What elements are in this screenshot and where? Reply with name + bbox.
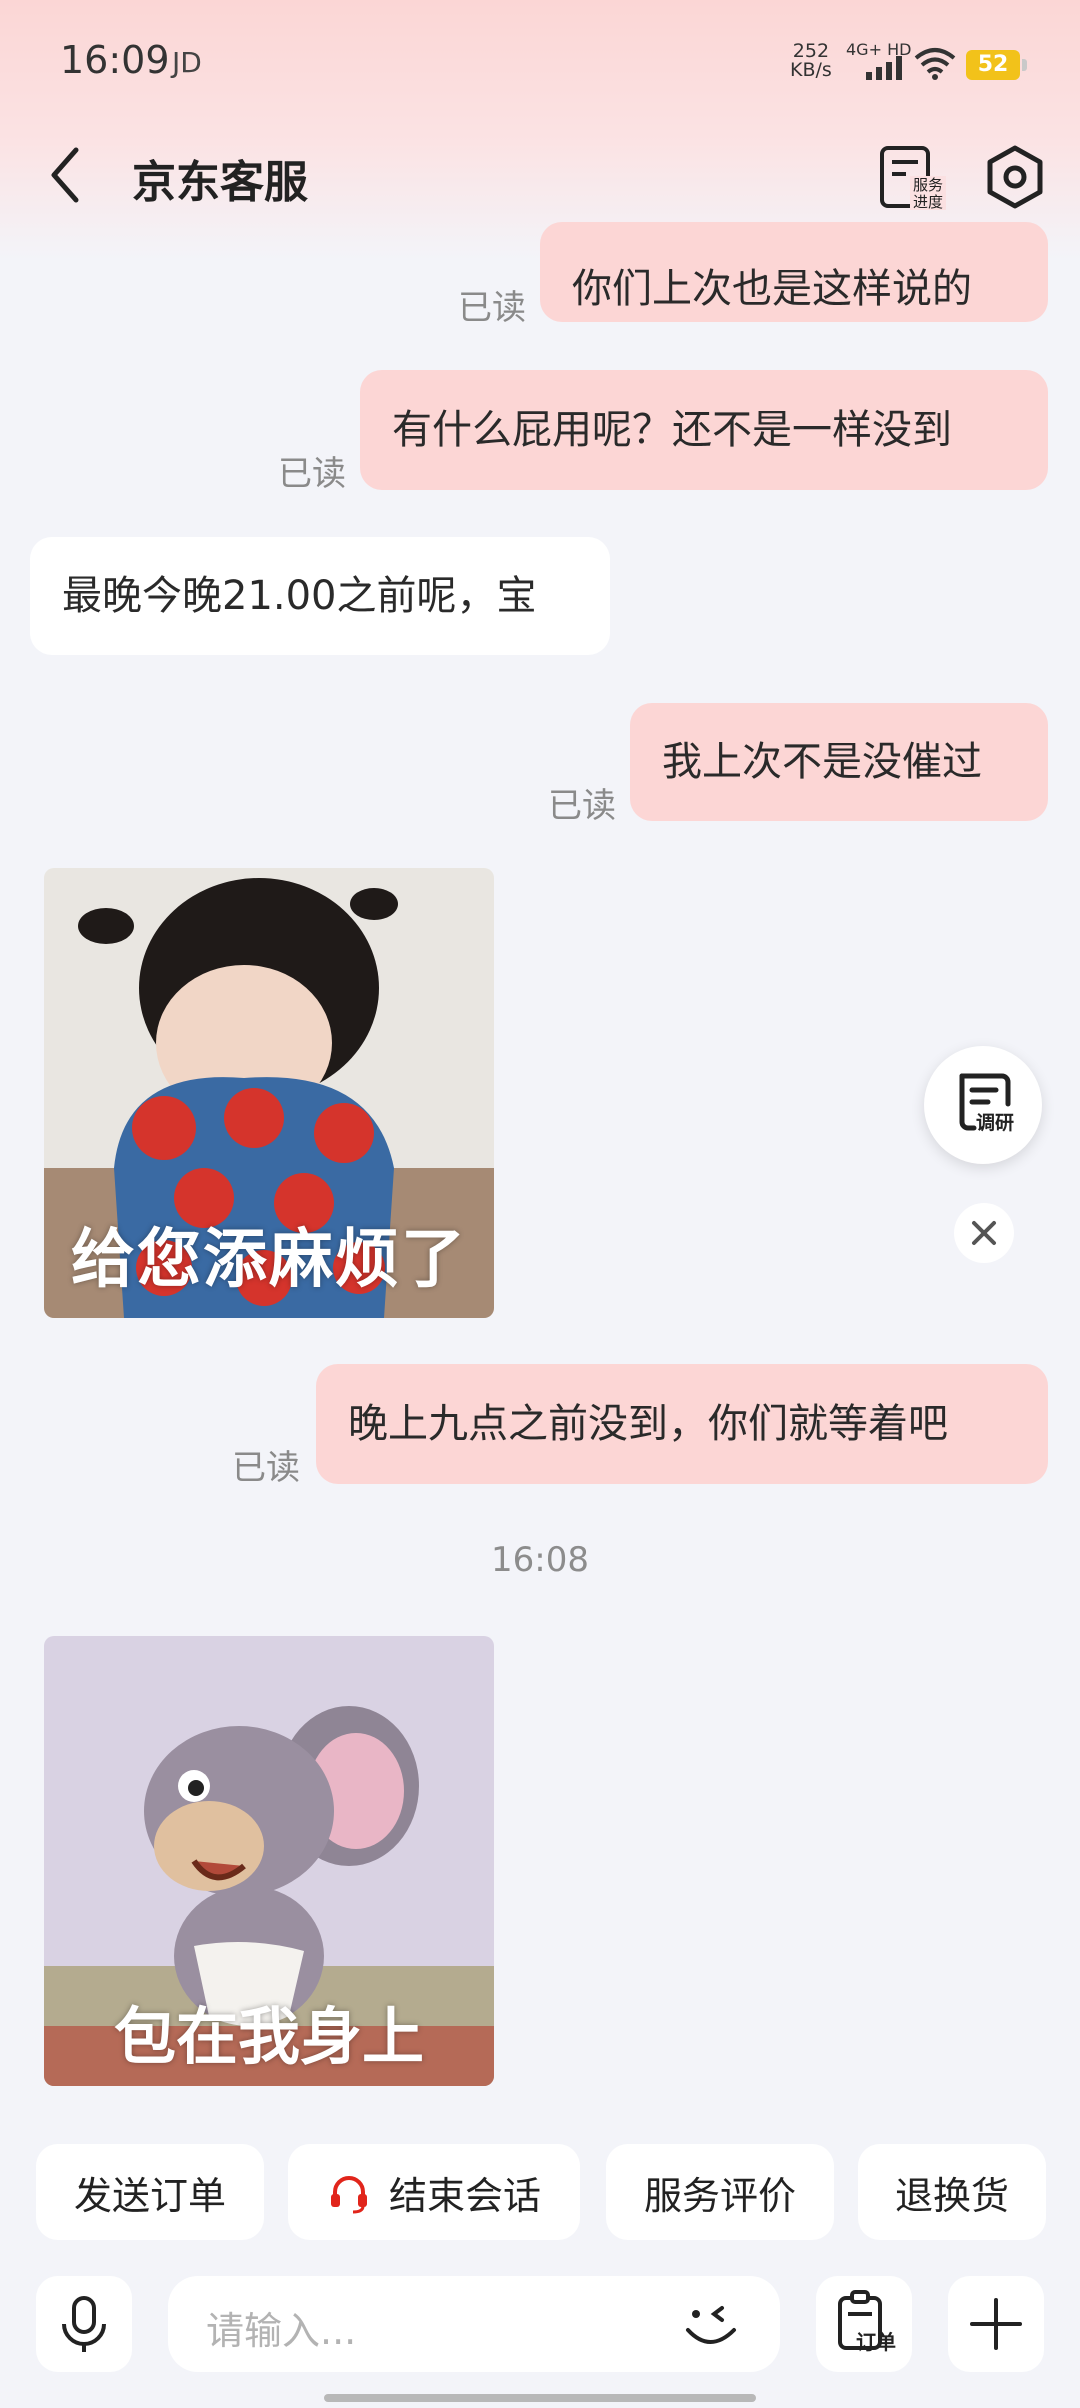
order-button[interactable]: 订单 [816, 2276, 912, 2372]
chat-header: 京东客服 服务 进度 [0, 120, 1080, 230]
quick-action-end-session[interactable]: 结束会话 [288, 2144, 580, 2240]
home-indicator [324, 2394, 756, 2402]
emoji-wink-icon[interactable] [680, 2296, 744, 2356]
settings-hexagon-icon[interactable] [980, 142, 1050, 212]
quick-action-send-order[interactable]: 发送订单 [36, 2144, 264, 2240]
order-label: 订单 [856, 2330, 896, 2354]
message-text: 最晚今晚21.00之前呢，宝 [62, 573, 537, 619]
wifi-icon [914, 48, 956, 80]
signal-bars-icon [866, 56, 902, 80]
sticker-caption: 给您添麻烦了 [71, 1223, 467, 1297]
plus-icon [970, 2298, 1022, 2350]
chat-timestamp: 16:08 [491, 1540, 589, 1580]
close-icon [972, 1221, 996, 1245]
read-receipt: 已读 [232, 1448, 300, 1488]
agent-message-bubble[interactable]: 最晚今晚21.00之前呢，宝 [30, 537, 610, 655]
page-title: 京东客服 [132, 157, 308, 208]
quick-action-label: 发送订单 [73, 2173, 226, 2218]
microphone-icon [62, 2296, 106, 2352]
survey-label: 调研 [976, 1112, 1015, 1134]
status-bar: 16:09 JD 252 KB/s 4G+ HD 52 [0, 0, 1080, 120]
quick-action-label: 结束会话 [388, 2173, 541, 2218]
read-receipt: 已读 [278, 454, 346, 494]
sticker-caption: 包在我身上 [113, 2000, 424, 2073]
quick-action-label: 退换货 [894, 2173, 1009, 2218]
message-input[interactable]: 请输入... [168, 2276, 780, 2372]
progress-label-line2: 进度 [913, 193, 943, 211]
input-placeholder: 请输入... [206, 2309, 357, 2353]
survey-button[interactable]: 调研 [924, 1046, 1042, 1164]
quick-action-return-exchange[interactable]: 退换货 [858, 2144, 1046, 2240]
message-text: 晚上九点之前没到，你们就等着吧 [348, 1401, 948, 1447]
my-message-bubble[interactable]: 你们上次也是这样说的 [540, 222, 1048, 322]
net-speed: 252 KB/s [790, 42, 832, 80]
net-speed-unit: KB/s [790, 59, 832, 81]
sticker-image[interactable]: 包在我身上 [44, 1636, 494, 2086]
more-options-button[interactable] [948, 2276, 1044, 2372]
back-arrow-icon[interactable] [40, 140, 100, 210]
jd-logo-icon: JD [172, 46, 202, 79]
read-receipt: 已读 [548, 786, 616, 826]
my-message-bubble[interactable]: 我上次不是没催过 [630, 703, 1048, 821]
service-progress-button[interactable]: 服务 进度 [878, 144, 948, 214]
my-message-bubble[interactable]: 有什么屁用呢？还不是一样没到 [360, 370, 1048, 490]
sticker-image[interactable]: 给您添麻烦了 [44, 868, 494, 1318]
voice-input-button[interactable] [36, 2276, 132, 2372]
progress-label-line1: 服务 [913, 176, 943, 194]
message-text: 你们上次也是这样说的 [572, 266, 972, 312]
quick-action-label: 服务评价 [643, 2173, 796, 2218]
survey-icon [959, 1073, 1011, 1131]
read-receipt: 已读 [458, 288, 526, 328]
status-time: 16:09 [60, 38, 170, 82]
clipboard-icon [838, 2290, 882, 2350]
battery-indicator: 52 [966, 50, 1027, 80]
message-text: 有什么屁用呢？还不是一样没到 [392, 407, 952, 453]
message-text: 我上次不是没催过 [662, 739, 982, 785]
quick-action-service-rating[interactable]: 服务评价 [606, 2144, 834, 2240]
my-message-bubble[interactable]: 晚上九点之前没到，你们就等着吧 [316, 1364, 1048, 1484]
document-icon: 服务 进度 [880, 146, 946, 211]
headset-icon [330, 2176, 367, 2214]
close-survey-button[interactable] [954, 1203, 1014, 1263]
